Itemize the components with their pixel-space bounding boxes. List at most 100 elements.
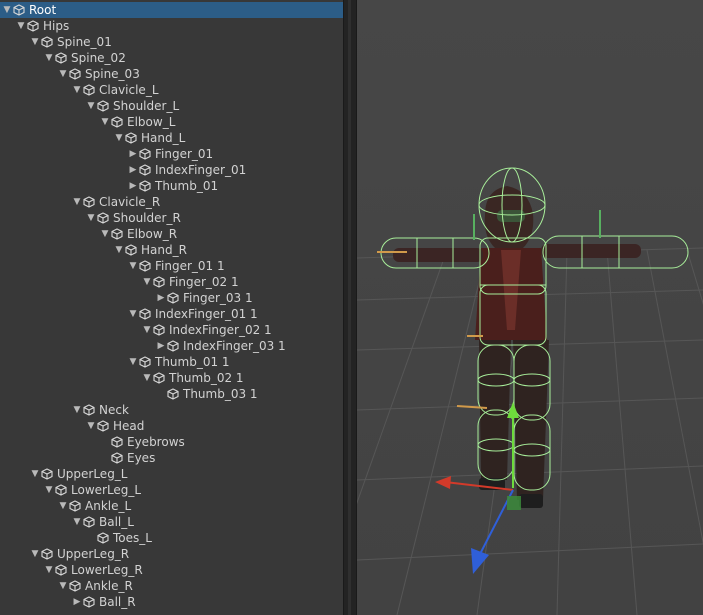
hierarchy-item[interactable]: ▼ Elbow_R — [0, 226, 343, 242]
scene-viewport[interactable] — [357, 0, 703, 615]
triangle-down-icon[interactable]: ▼ — [30, 34, 40, 50]
triangle-down-icon[interactable]: ▼ — [72, 194, 82, 210]
hierarchy-item[interactable]: ▼ UpperLeg_L — [0, 466, 343, 482]
hierarchy-item[interactable]: ▼ Hand_L — [0, 130, 343, 146]
triangle-down-icon[interactable]: ▼ — [58, 498, 68, 514]
scene-canvas[interactable] — [357, 0, 703, 615]
hierarchy-item-label: Elbow_L — [127, 115, 176, 129]
hierarchy-item-label: Thumb_03 1 — [183, 387, 258, 401]
hierarchy-item[interactable]: ▶ IndexFinger_01 — [0, 162, 343, 178]
hierarchy-item[interactable]: ▼ Ankle_R — [0, 578, 343, 594]
gizmo-plane-handle[interactable] — [507, 496, 521, 510]
hierarchy-item[interactable]: ▼ Ankle_L — [0, 498, 343, 514]
triangle-down-icon[interactable]: ▼ — [58, 578, 68, 594]
triangle-down-icon[interactable]: ▼ — [114, 130, 124, 146]
triangle-down-icon[interactable]: ▼ — [72, 402, 82, 418]
gameobject-cube-icon — [55, 484, 67, 496]
triangle-down-icon[interactable]: ▼ — [58, 66, 68, 82]
triangle-down-icon[interactable]: ▼ — [142, 322, 152, 338]
triangle-down-icon[interactable]: ▼ — [128, 258, 138, 274]
gameobject-cube-icon — [55, 52, 67, 64]
triangle-right-icon[interactable]: ▶ — [128, 178, 138, 194]
hierarchy-item[interactable]: ▼ Root — [0, 2, 343, 18]
hierarchy-item[interactable]: ▼ UpperLeg_R — [0, 546, 343, 562]
gameobject-cube-icon — [69, 500, 81, 512]
hierarchy-item[interactable]: ▼ Ball_L — [0, 514, 343, 530]
gameobject-cube-icon — [83, 596, 95, 608]
triangle-right-icon[interactable]: ▶ — [72, 594, 82, 610]
hierarchy-item[interactable]: ▼ Clavicle_R — [0, 194, 343, 210]
triangle-down-icon[interactable]: ▼ — [2, 2, 12, 18]
panel-splitter[interactable] — [343, 0, 357, 615]
hierarchy-item[interactable]: Thumb_03 1 — [0, 386, 343, 402]
triangle-down-icon[interactable]: ▼ — [72, 514, 82, 530]
hierarchy-item[interactable]: ▼ Shoulder_R — [0, 210, 343, 226]
triangle-down-icon[interactable]: ▼ — [44, 562, 54, 578]
triangle-right-icon[interactable]: ▶ — [156, 290, 166, 306]
hierarchy-item[interactable]: Toes_L — [0, 530, 343, 546]
hierarchy-item-label: LowerLeg_L — [71, 483, 142, 497]
hierarchy-item[interactable]: Eyebrows — [0, 434, 343, 450]
gameobject-cube-icon — [153, 276, 165, 288]
hierarchy-item[interactable]: ▶ Finger_01 — [0, 146, 343, 162]
gameobject-cube-icon — [13, 4, 25, 16]
gameobject-cube-icon — [69, 68, 81, 80]
hierarchy-item-label: Neck — [99, 403, 129, 417]
triangle-down-icon[interactable]: ▼ — [142, 370, 152, 386]
hierarchy-item[interactable]: ▶ Ball_R — [0, 594, 343, 610]
triangle-down-icon[interactable]: ▼ — [142, 274, 152, 290]
hierarchy-item[interactable]: ▶ Thumb_01 — [0, 178, 343, 194]
hierarchy-item[interactable]: ▼ Spine_03 — [0, 66, 343, 82]
hierarchy-item[interactable]: ▼ Thumb_01 1 — [0, 354, 343, 370]
hierarchy-item[interactable]: ▼ Finger_01 1 — [0, 258, 343, 274]
hierarchy-item[interactable]: ▼ Head — [0, 418, 343, 434]
hierarchy-item[interactable]: Eyes — [0, 450, 343, 466]
splitter-handle[interactable] — [348, 0, 351, 615]
triangle-down-icon[interactable]: ▼ — [72, 82, 82, 98]
hierarchy-item-label: Ball_R — [99, 595, 136, 609]
hierarchy-item[interactable]: ▼ Neck — [0, 402, 343, 418]
triangle-down-icon[interactable]: ▼ — [86, 98, 96, 114]
triangle-down-icon[interactable]: ▼ — [86, 210, 96, 226]
hierarchy-item-label: Ball_L — [99, 515, 134, 529]
hierarchy-item-label: Finger_01 1 — [155, 259, 225, 273]
hierarchy-item-label: Elbow_R — [127, 227, 178, 241]
hierarchy-item[interactable]: ▼ Spine_02 — [0, 50, 343, 66]
hierarchy-item[interactable]: ▶ Finger_03 1 — [0, 290, 343, 306]
gameobject-cube-icon — [55, 564, 67, 576]
hierarchy-item[interactable]: ▼ Thumb_02 1 — [0, 370, 343, 386]
triangle-down-icon[interactable]: ▼ — [30, 466, 40, 482]
hierarchy-item[interactable]: ▼ LowerLeg_L — [0, 482, 343, 498]
hierarchy-item[interactable]: ▼ Finger_02 1 — [0, 274, 343, 290]
hierarchy-item[interactable]: ▼ Shoulder_L — [0, 98, 343, 114]
triangle-down-icon[interactable]: ▼ — [128, 354, 138, 370]
hierarchy-item[interactable]: ▼ LowerLeg_R — [0, 562, 343, 578]
triangle-down-icon[interactable]: ▼ — [114, 242, 124, 258]
hierarchy-panel: ▼ Root ▼ Hips ▼ Spine_01 ▼ Spine_02 ▼ Spine_03 ▼ Cl… — [0, 0, 343, 615]
triangle-down-icon[interactable]: ▼ — [44, 482, 54, 498]
hierarchy-item[interactable]: ▼ Hips — [0, 18, 343, 34]
hierarchy-item[interactable]: ▼ IndexFinger_01 1 — [0, 306, 343, 322]
gameobject-cube-icon — [111, 436, 123, 448]
triangle-down-icon[interactable]: ▼ — [16, 18, 26, 34]
hierarchy-item[interactable]: ▼ IndexFinger_02 1 — [0, 322, 343, 338]
triangle-right-icon[interactable]: ▶ — [156, 338, 166, 354]
hierarchy-item-label: Thumb_01 1 — [155, 355, 230, 369]
triangle-down-icon[interactable]: ▼ — [100, 114, 110, 130]
hierarchy-item[interactable]: ▼ Hand_R — [0, 242, 343, 258]
hierarchy-item[interactable]: ▼ Clavicle_L — [0, 82, 343, 98]
hierarchy-item-label: Spine_03 — [85, 67, 140, 81]
triangle-down-icon[interactable]: ▼ — [44, 50, 54, 66]
hierarchy-item[interactable]: ▼ Elbow_L — [0, 114, 343, 130]
triangle-down-icon[interactable]: ▼ — [128, 306, 138, 322]
hierarchy-item-label: Toes_L — [113, 531, 152, 545]
triangle-down-icon[interactable]: ▼ — [86, 418, 96, 434]
gameobject-cube-icon — [125, 244, 137, 256]
triangle-right-icon[interactable]: ▶ — [128, 146, 138, 162]
hierarchy-item-label: Spine_02 — [71, 51, 126, 65]
triangle-right-icon[interactable]: ▶ — [128, 162, 138, 178]
hierarchy-item[interactable]: ▼ Spine_01 — [0, 34, 343, 50]
triangle-down-icon[interactable]: ▼ — [30, 546, 40, 562]
hierarchy-item[interactable]: ▶ IndexFinger_03 1 — [0, 338, 343, 354]
triangle-down-icon[interactable]: ▼ — [100, 226, 110, 242]
